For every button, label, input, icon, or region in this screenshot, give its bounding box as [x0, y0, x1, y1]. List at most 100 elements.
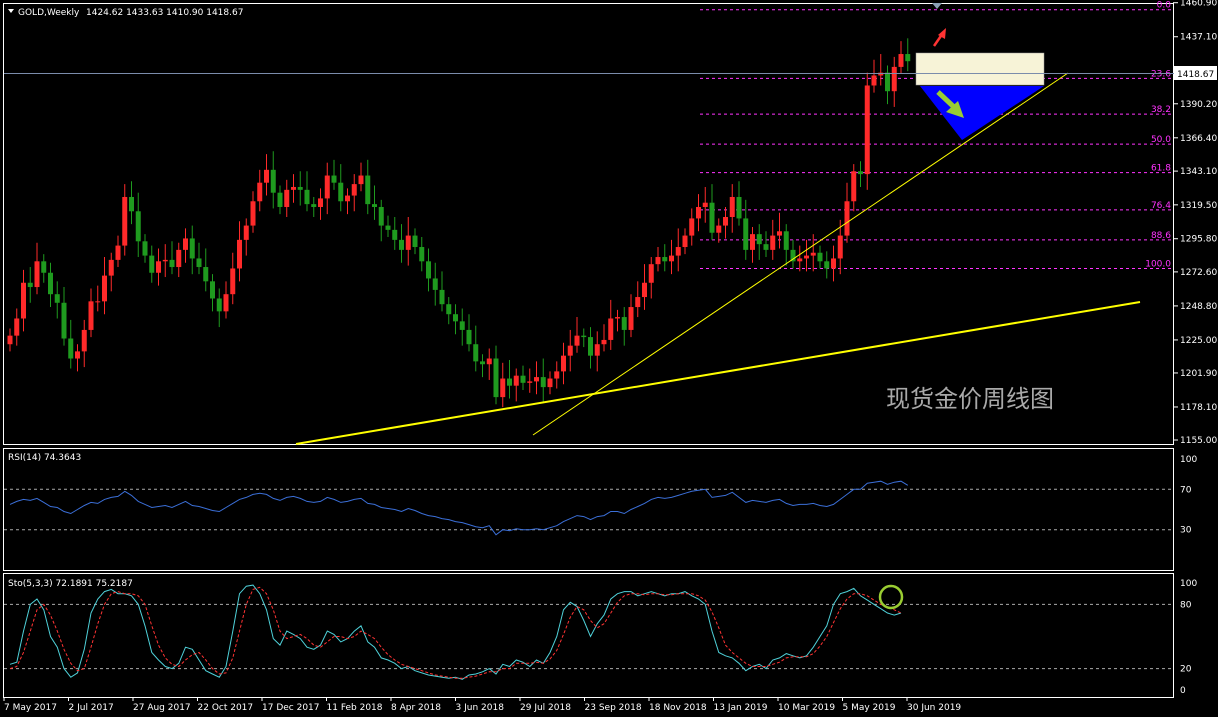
sto-k-line	[9, 584, 902, 680]
candle-body	[493, 358, 499, 398]
price-tick-label: 1437.10	[1180, 33, 1217, 43]
candle-body	[621, 317, 627, 330]
time-tick-label: 5 May 2019	[843, 703, 896, 713]
candle-body	[534, 377, 539, 382]
candlestick-series	[7, 38, 911, 408]
candle-body	[682, 235, 688, 248]
rsi-tick-label: 70	[1180, 485, 1192, 495]
candle-body	[338, 182, 344, 202]
candle-body	[27, 282, 33, 288]
candle-body	[399, 239, 404, 250]
candle-body	[864, 85, 870, 175]
price-tick-label: 1201.90	[1180, 369, 1217, 379]
price-tick-label: 1343.10	[1180, 167, 1217, 177]
symbol-menu-icon[interactable]	[8, 9, 14, 13]
candle-body	[567, 345, 573, 356]
watermark-text: 现货金价周线图	[886, 385, 1054, 413]
candle-body	[648, 264, 654, 283]
fib-level-label: 23.6	[1151, 69, 1171, 79]
candle-body	[594, 344, 600, 356]
candle-body	[183, 238, 188, 250]
dropdown-triangle-icon[interactable]	[932, 3, 942, 9]
candle-body	[351, 184, 357, 196]
candle-body	[588, 337, 593, 356]
fib-level-label: 0.0	[1157, 1, 1172, 11]
candle-body	[655, 257, 661, 265]
candle-body	[702, 202, 708, 207]
candle-body	[527, 381, 533, 383]
trendline	[295, 301, 1141, 445]
time-tick-label: 22 Oct 2017	[198, 703, 254, 713]
sto-tick-label: 20	[1180, 665, 1192, 675]
candle-body	[203, 267, 209, 282]
candle-body	[169, 259, 175, 268]
candle-body	[696, 206, 701, 219]
candle-body	[277, 192, 283, 207]
time-tick-label: 11 Feb 2018	[327, 703, 383, 713]
candle-body	[21, 282, 26, 319]
candle-body	[810, 252, 816, 256]
price-tick-label: 1248.80	[1180, 302, 1217, 312]
price-tick-label: 1319.50	[1180, 201, 1217, 211]
candle-body	[412, 235, 418, 248]
candle-body	[601, 339, 607, 345]
candle-body	[797, 258, 803, 262]
candle-body	[297, 186, 303, 190]
candle-body	[689, 218, 695, 236]
candle-body	[243, 225, 249, 240]
time-tick-label: 10 Mar 2019	[778, 703, 835, 713]
time-tick-label: 18 Nov 2018	[649, 703, 707, 713]
candle-body	[257, 182, 263, 202]
candle-body	[318, 198, 323, 207]
candle-body	[642, 282, 647, 298]
sto-pane-border	[3, 573, 1174, 698]
candle-body	[432, 278, 438, 290]
candle-body	[891, 66, 897, 92]
candle-body	[149, 255, 155, 273]
trendline	[532, 72, 1069, 436]
time-tick-label: 27 Aug 2017	[133, 703, 191, 713]
candle-body	[635, 297, 641, 308]
candle-body	[331, 175, 337, 183]
candle-body	[750, 234, 755, 250]
candle-body	[736, 196, 742, 219]
candle-body	[41, 261, 47, 273]
stochastic-indicator: 100 80 20 0	[4, 579, 1197, 696]
candle-body	[756, 234, 762, 245]
candle-body	[392, 229, 398, 240]
candle-body	[7, 335, 13, 345]
candle-body	[162, 259, 168, 262]
price-tick-label: 1295.80	[1180, 235, 1217, 245]
time-tick-label: 29 Jul 2018	[520, 703, 571, 713]
price-tick-label: 1366.40	[1180, 134, 1217, 144]
chart-title: GOLD,Weekly	[18, 8, 80, 18]
candle-body	[824, 261, 830, 269]
candle-body	[176, 249, 182, 268]
sto-tick-label: 80	[1180, 600, 1192, 610]
candle-body	[466, 329, 472, 345]
price-target-box[interactable]	[915, 52, 1045, 86]
time-tick-label: 17 Dec 2017	[262, 703, 320, 713]
fib-level-label: 88.6	[1151, 231, 1171, 241]
candle-body	[270, 169, 276, 193]
time-tick-label: 7 May 2017	[4, 703, 57, 713]
candle-body	[540, 377, 546, 388]
price-tick-label: 1460.90	[1180, 0, 1217, 9]
candle-body	[385, 225, 391, 230]
candle-body	[230, 268, 236, 295]
gold-weekly-chart[interactable]: 0.0 23.6 38.2 50.0 61.8 76.4 88.6 100.0 1460.90…	[0, 0, 1218, 717]
candle-body	[554, 371, 560, 379]
time-tick-label: 30 Jun 2019	[907, 703, 961, 713]
candle-body	[905, 54, 911, 62]
time-tick-label: 2 Jul 2017	[69, 703, 114, 713]
candle-body	[135, 211, 141, 242]
candle-body	[453, 314, 458, 322]
candle-body	[426, 261, 431, 279]
candle-body	[210, 281, 215, 299]
price-tick-label: 1272.60	[1180, 268, 1217, 278]
candle-body	[662, 257, 668, 262]
candle-body	[108, 259, 114, 276]
candle-body	[473, 344, 479, 362]
price-tick-label: 1178.10	[1180, 403, 1217, 413]
candle-body	[250, 201, 256, 226]
